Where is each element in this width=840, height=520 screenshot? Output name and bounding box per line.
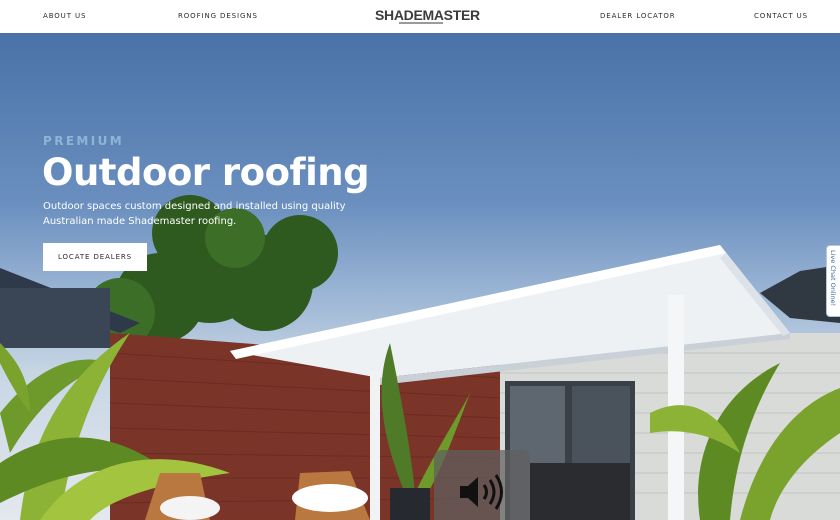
- logo-wordmark: SHADEMASTER: [375, 7, 480, 23]
- speaker-volume-icon: [460, 474, 503, 510]
- hero-background-photo: [0, 195, 840, 520]
- roof-post-mid: [370, 371, 380, 520]
- logo-tagline-rule: [399, 22, 443, 24]
- nav-roofing-designs[interactable]: ROOFING DESIGNS: [178, 12, 258, 20]
- sound-toggle-button[interactable]: [434, 450, 530, 520]
- hero-title: Outdoor roofing: [42, 151, 370, 194]
- live-chat-label: Live Chat Online!: [829, 250, 837, 307]
- hero-description: Outdoor spaces custom designed and insta…: [43, 201, 346, 227]
- nav-contact-us[interactable]: CONTACT US: [754, 12, 808, 20]
- nav-about-us[interactable]: ABOUT US: [43, 12, 86, 20]
- hero-section: PREMIUM Outdoor roofing Outdoor spaces c…: [0, 33, 840, 520]
- top-navigation: ABOUT US ROOFING DESIGNS SHADEMASTER DEA…: [0, 0, 840, 33]
- nav-dealer-locator[interactable]: DEALER LOCATOR: [600, 12, 676, 20]
- hero-eyebrow: PREMIUM: [43, 134, 125, 148]
- locate-dealers-button[interactable]: LOCATE DEALERS: [43, 243, 147, 271]
- outdoor-table: [530, 463, 630, 520]
- shademaster-logo[interactable]: SHADEMASTER: [375, 7, 480, 27]
- live-chat-tab[interactable]: Live Chat Online!: [826, 245, 840, 317]
